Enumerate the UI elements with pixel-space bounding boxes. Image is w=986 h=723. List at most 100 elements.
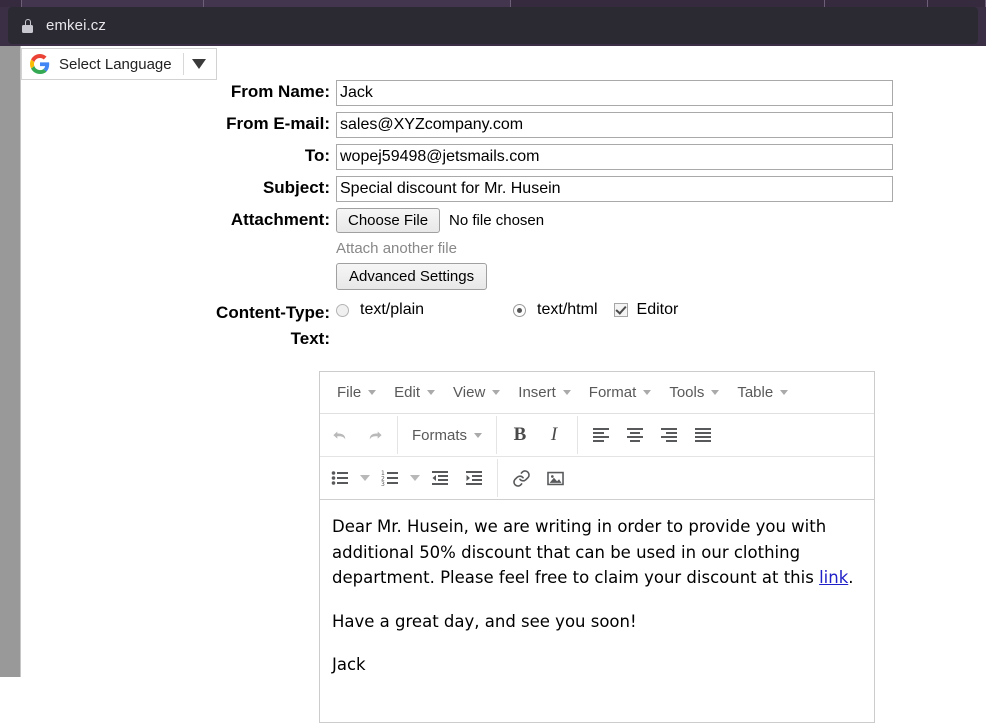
bullet-list-icon[interactable] xyxy=(323,463,357,493)
menu-insert[interactable]: Insert xyxy=(509,380,580,405)
numbered-list-icon[interactable]: 123 xyxy=(373,463,407,493)
to-input[interactable] xyxy=(336,144,893,170)
numbered-list-dropdown[interactable] xyxy=(407,463,423,493)
align-center-icon[interactable] xyxy=(618,420,652,450)
attachment-label: Attachment: xyxy=(230,210,330,229)
editor-paragraph-2: Have a great day, and see you soon! xyxy=(332,611,637,631)
chevron-down-icon xyxy=(562,390,571,395)
link-icon[interactable] xyxy=(504,463,538,493)
menu-insert-label: Insert xyxy=(518,384,556,401)
radio-text-html-label: text/html xyxy=(537,301,598,318)
italic-icon: I xyxy=(550,424,558,445)
lock-icon xyxy=(22,18,33,33)
menu-tools[interactable]: Tools xyxy=(660,380,728,405)
undo-icon[interactable] xyxy=(323,420,357,450)
editor-para1-text-after-link: . xyxy=(848,568,854,588)
menu-table-label: Table xyxy=(737,384,774,401)
menu-edit-label: Edit xyxy=(394,384,421,401)
browser-chrome: emkei.cz xyxy=(0,0,986,46)
chevron-down-icon xyxy=(711,390,720,395)
browser-tab[interactable] xyxy=(825,0,928,7)
file-chosen-status: No file chosen xyxy=(449,212,545,229)
translate-label: Select Language xyxy=(59,55,172,73)
chevron-down-icon xyxy=(780,390,789,395)
editor-checkbox-label: Editor xyxy=(636,301,679,318)
to-label: To: xyxy=(304,146,330,165)
align-right-icon[interactable] xyxy=(652,420,686,450)
menu-file-label: File xyxy=(337,384,362,401)
browser-tab[interactable] xyxy=(511,0,825,7)
form-row-from-name: From Name: xyxy=(21,80,893,106)
advanced-settings-button[interactable]: Advanced Settings xyxy=(336,263,488,290)
editor-content-area[interactable]: Dear Mr. Husein, we are writing in order… xyxy=(320,500,874,722)
chevron-down-icon xyxy=(410,475,420,481)
from-name-input[interactable] xyxy=(336,80,893,106)
menu-file[interactable]: File xyxy=(328,380,385,405)
redo-icon[interactable] xyxy=(357,420,391,450)
indent-icon[interactable] xyxy=(457,463,491,493)
toolbar-separator xyxy=(496,416,498,454)
toolbar-separator xyxy=(497,459,498,497)
chevron-down-icon xyxy=(474,432,483,438)
svg-text:3: 3 xyxy=(381,481,385,487)
google-translate-widget[interactable]: Select Language xyxy=(21,48,217,80)
choose-file-button[interactable]: Choose File xyxy=(336,208,441,233)
toolbar-separator xyxy=(397,416,398,454)
chevron-down-icon xyxy=(643,390,652,395)
toolbar-separator xyxy=(577,416,579,454)
page-content: Select Language From Name: From E-mail: … xyxy=(0,46,986,723)
browser-tab[interactable] xyxy=(928,0,986,7)
radio-text-plain[interactable] xyxy=(336,303,349,317)
menu-view-label: View xyxy=(453,384,486,401)
editor-paragraph-1: Dear Mr. Husein, we are writing in order… xyxy=(332,514,862,591)
chevron-down-icon[interactable] xyxy=(192,59,206,69)
bold-button[interactable]: B xyxy=(503,420,537,450)
form-row-text: Text: xyxy=(21,327,336,351)
editor-menubar: File Edit View Insert Format Tools Table xyxy=(320,372,874,414)
editor-inline-link[interactable]: link xyxy=(819,568,848,587)
editor-toolbar-row-2: 123 xyxy=(320,457,874,500)
menu-format[interactable]: Format xyxy=(580,380,661,405)
attach-another-file-link[interactable]: Attach another file xyxy=(336,240,544,257)
translate-separator xyxy=(183,53,184,75)
rich-text-editor: File Edit View Insert Format Tools Table xyxy=(319,371,875,723)
menu-table[interactable]: Table xyxy=(728,380,797,405)
radio-text-html[interactable] xyxy=(513,303,527,317)
bullet-list-dropdown[interactable] xyxy=(357,463,373,493)
editor-para1-text-before-link: Dear Mr. Husein, we are writing in order… xyxy=(332,517,827,588)
menu-view[interactable]: View xyxy=(444,380,509,405)
subject-input[interactable] xyxy=(336,176,893,202)
editor-toolbar-row-1: Formats B I xyxy=(320,414,874,457)
form-row-from-email: From E-mail: xyxy=(21,112,893,138)
address-bar[interactable]: emkei.cz xyxy=(8,7,978,44)
from-email-label: From E-mail: xyxy=(226,114,330,133)
align-justify-icon[interactable] xyxy=(686,420,720,450)
image-icon[interactable] xyxy=(538,463,572,493)
align-left-icon[interactable] xyxy=(584,420,618,450)
browser-tab-active[interactable] xyxy=(204,0,511,7)
url-text: emkei.cz xyxy=(46,17,106,34)
formats-dropdown-label: Formats xyxy=(412,426,468,444)
editor-checkbox[interactable] xyxy=(613,303,628,317)
formats-dropdown[interactable]: Formats xyxy=(404,420,490,450)
italic-button[interactable]: I xyxy=(537,420,571,450)
bold-icon: B xyxy=(513,424,527,445)
tab-strip xyxy=(0,0,986,7)
gutter-edge xyxy=(20,46,21,677)
file-chooser-row: Choose File No file chosen xyxy=(336,208,544,233)
from-email-input[interactable] xyxy=(336,112,893,138)
subject-label: Subject: xyxy=(262,178,330,197)
radio-text-plain-label: text/plain xyxy=(360,301,425,318)
browser-tab[interactable] xyxy=(22,0,204,7)
content-type-label: Content-Type: xyxy=(216,303,330,322)
menu-format-label: Format xyxy=(588,384,637,401)
form-row-to: To: xyxy=(21,144,893,170)
menu-edit[interactable]: Edit xyxy=(385,380,444,405)
page-left-gutter xyxy=(0,46,20,677)
chevron-down-icon xyxy=(427,390,436,395)
outdent-icon[interactable] xyxy=(423,463,457,493)
text-label: Text: xyxy=(290,329,330,348)
menu-tools-label: Tools xyxy=(669,384,705,401)
browser-tab[interactable] xyxy=(0,0,22,7)
chevron-down-icon xyxy=(368,390,377,395)
